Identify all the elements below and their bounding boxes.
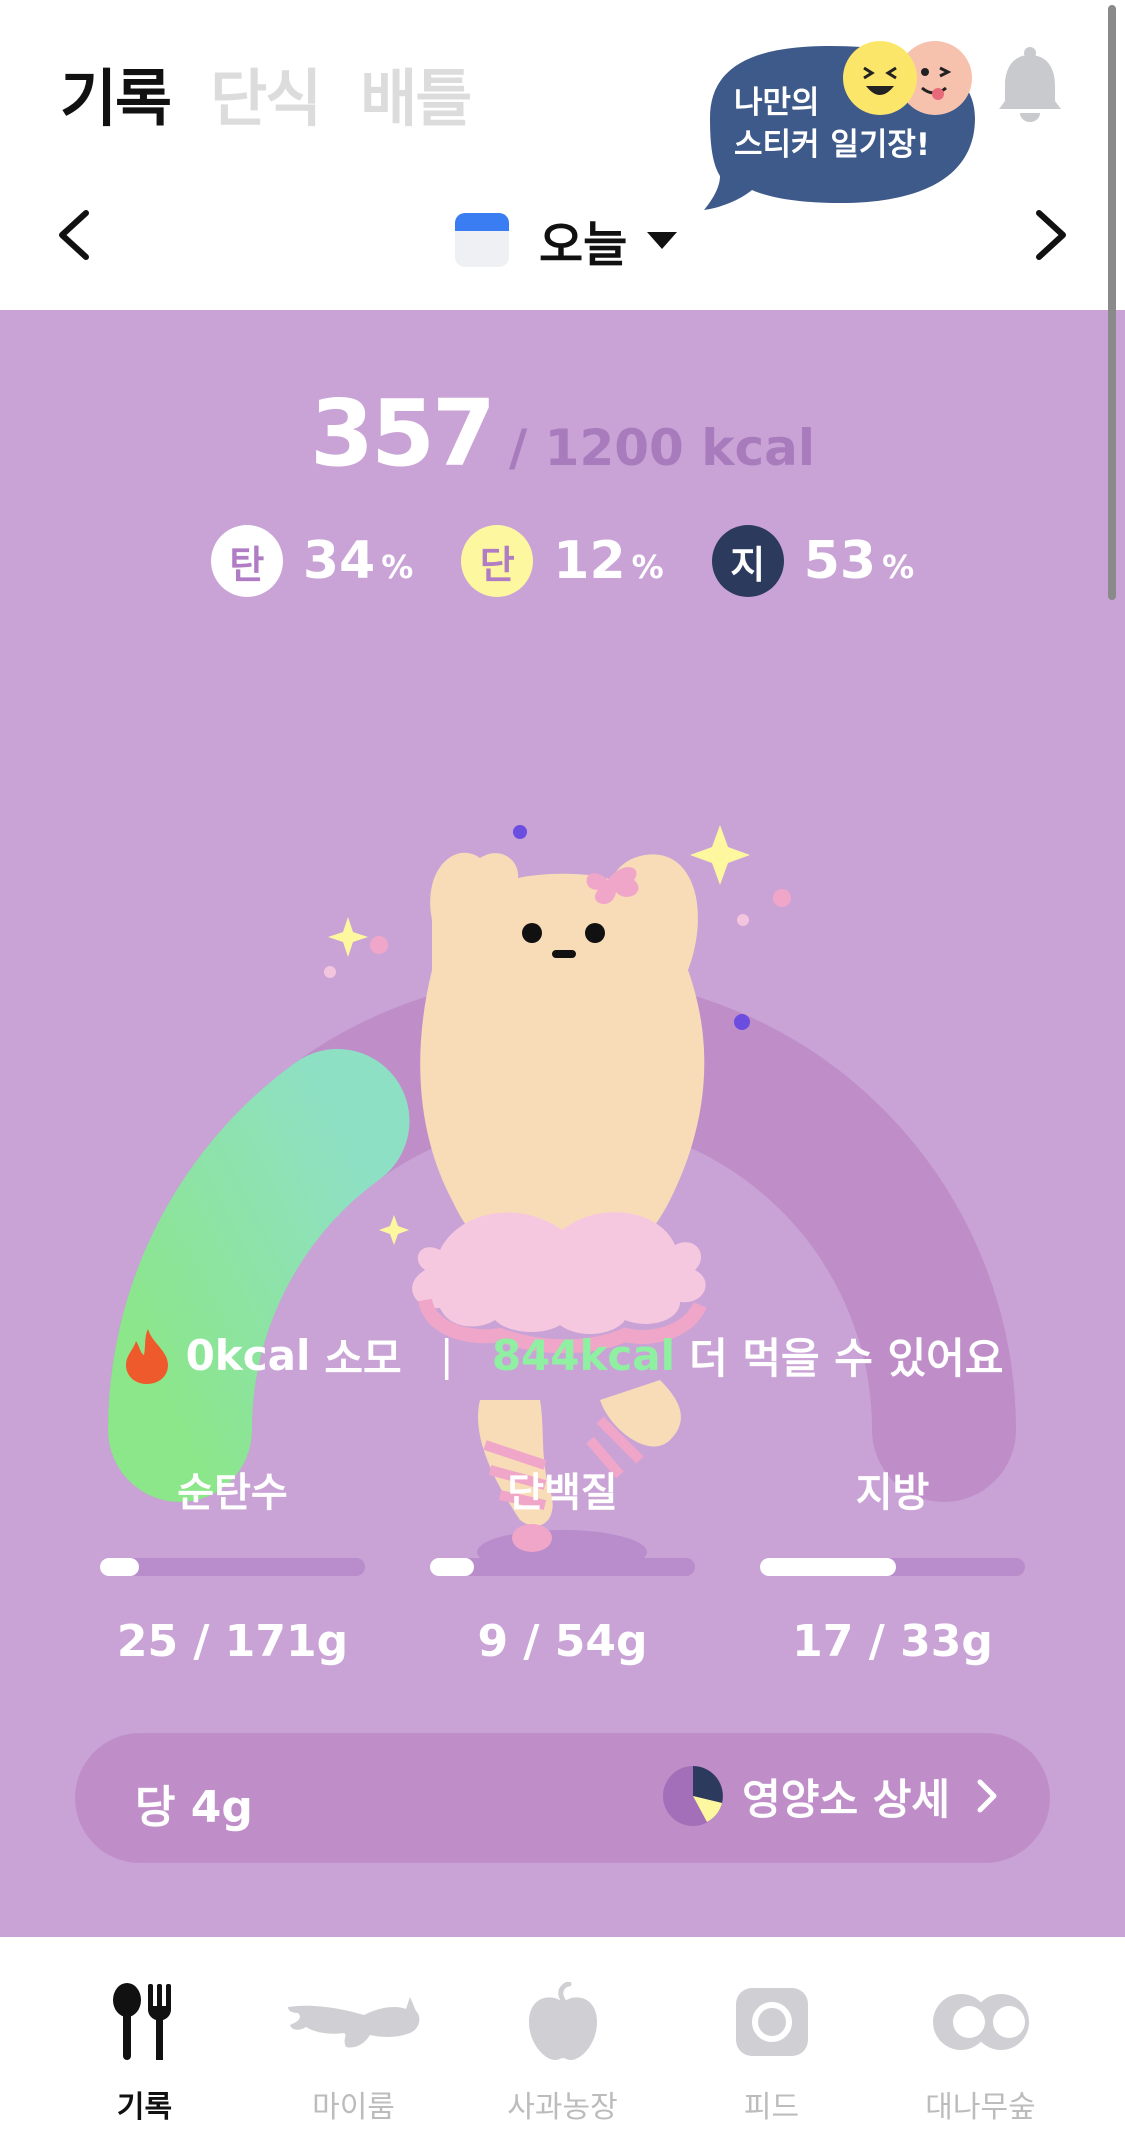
chevron-left-icon[interactable] [50,207,100,263]
remaining-suffix: 더 먹을 수 있어요 [689,1334,1004,1383]
calories-goal: / 1200 kcal [509,419,816,477]
fat-unit: % [882,548,915,586]
progress-fill [430,1558,475,1576]
progress-bar [760,1558,1025,1576]
date-label: 오늘 [539,217,628,273]
macro-ratio-row: 탄 34% 단 12% 지 53% [0,525,1125,597]
nav-record[interactable]: 기록 [50,1937,240,2147]
chevron-right-icon[interactable] [1025,207,1075,263]
promo-text: 나만의 스티커 일기장! [734,82,930,166]
bottom-tab-bar: 기록 마이룸 사과농장 피드 대나무숲 [0,1937,1125,2147]
nav-feed[interactable]: 피드 [677,1937,867,2147]
promo-line-1: 나만의 [734,85,820,121]
nutrient-detail-label: 영양소 상세 [742,1774,950,1824]
divider: | [439,1331,454,1380]
macro-carb: 탄 34% [210,525,414,597]
nutrient-progress: 순탄수 25 / 171g 단백질 9 / 54g 지방 17 / 33g [100,1460,1025,1667]
tab-battle[interactable]: 배틀 [360,48,472,138]
scrollbar[interactable] [1108,5,1116,600]
tab-fasting[interactable]: 단식 [210,48,322,138]
tab-record[interactable]: 기록 [60,48,172,138]
nutrient-value: 9 / 54g [477,1616,648,1667]
nutrient-value: 25 / 171g [116,1616,349,1667]
nav-label: 사과농장 [507,2090,618,2125]
macro-fat: 지 53% [711,525,915,597]
progress-fill [100,1558,139,1576]
calorie-total: 357/ 1200 kcal [0,380,1125,487]
progress-bar [430,1558,695,1576]
spoon-fork-icon [70,1972,220,2072]
apple-icon [488,1972,638,2072]
carb-badge: 탄 [210,525,283,597]
remaining-calories: 844kcal [491,1331,676,1380]
flame-icon [125,1328,168,1384]
nav-label: 기록 [116,2090,173,2125]
burned-suffix: 소모 [324,1334,402,1383]
progress-fill [760,1558,897,1576]
nav-myroom[interactable]: 마이룸 [259,1937,449,2147]
macro-protein: 단 12% [461,525,664,597]
chevron-right-icon [977,1779,997,1813]
nutrient-protein: 단백질 9 / 54g [430,1460,695,1667]
caret-down-icon [647,231,678,249]
daily-summary: 357/ 1200 kcal 탄 34% 단 12% 지 53% 0kcal 소… [0,310,1125,1937]
nutrient-detail-bar[interactable]: 당 4g 영양소 상세 [75,1733,1050,1863]
nav-label: 마이룸 [312,2090,395,2125]
camera-icon [697,1972,847,2072]
nav-bamboo-forest[interactable]: 대나무숲 [886,1937,1076,2147]
nutrient-carbs: 순탄수 25 / 171g [100,1460,365,1667]
sticker-diary-promo[interactable]: 나만의 스티커 일기장! [690,38,980,210]
date-navigator: 오늘 [0,195,1125,275]
nav-apple-farm[interactable]: 사과농장 [468,1937,658,2147]
fat-badge: 지 [711,525,784,597]
nutrient-fat: 지방 17 / 33g [760,1460,1025,1667]
calorie-gauge [108,825,1016,1574]
cat-icon [279,1972,429,2072]
carb-percent: 34 [302,531,376,591]
protein-badge: 단 [461,525,534,597]
promo-line-2: 스티커 일기장! [734,127,931,163]
nutrient-detail-link[interactable]: 영양소 상세 [662,1765,1000,1827]
nutrient-label: 단백질 [507,1470,618,1516]
pie-chart-icon [663,1766,724,1826]
nutrient-value: 17 / 33g [792,1616,993,1667]
fat-percent: 53 [803,531,877,591]
eyes-icon [906,1972,1056,2072]
protein-unit: % [631,548,664,586]
nutrient-label: 지방 [855,1470,930,1516]
protein-percent: 12 [553,531,626,591]
progress-bar [100,1558,365,1576]
carb-unit: % [381,548,414,586]
bell-icon[interactable] [995,45,1065,125]
top-tabs: 기록 단식 배틀 [60,48,472,138]
nutrient-label: 순탄수 [177,1470,288,1516]
nav-label: 피드 [743,2090,800,2125]
burn-remaining-row: 0kcal 소모 | 844kcal 더 먹을 수 있어요 [0,1325,1125,1386]
calendar-icon [455,213,509,267]
burned-calories: 0kcal [185,1331,311,1380]
date-selector[interactable]: 오늘 [455,205,678,275]
calories-consumed: 357 [309,380,496,487]
sugar-amount: 당 4g [135,1782,253,1833]
nav-label: 대나무숲 [925,2090,1036,2125]
app-header: 기록 단식 배틀 나만의 스티커 일기장! 오늘 [0,0,1125,310]
